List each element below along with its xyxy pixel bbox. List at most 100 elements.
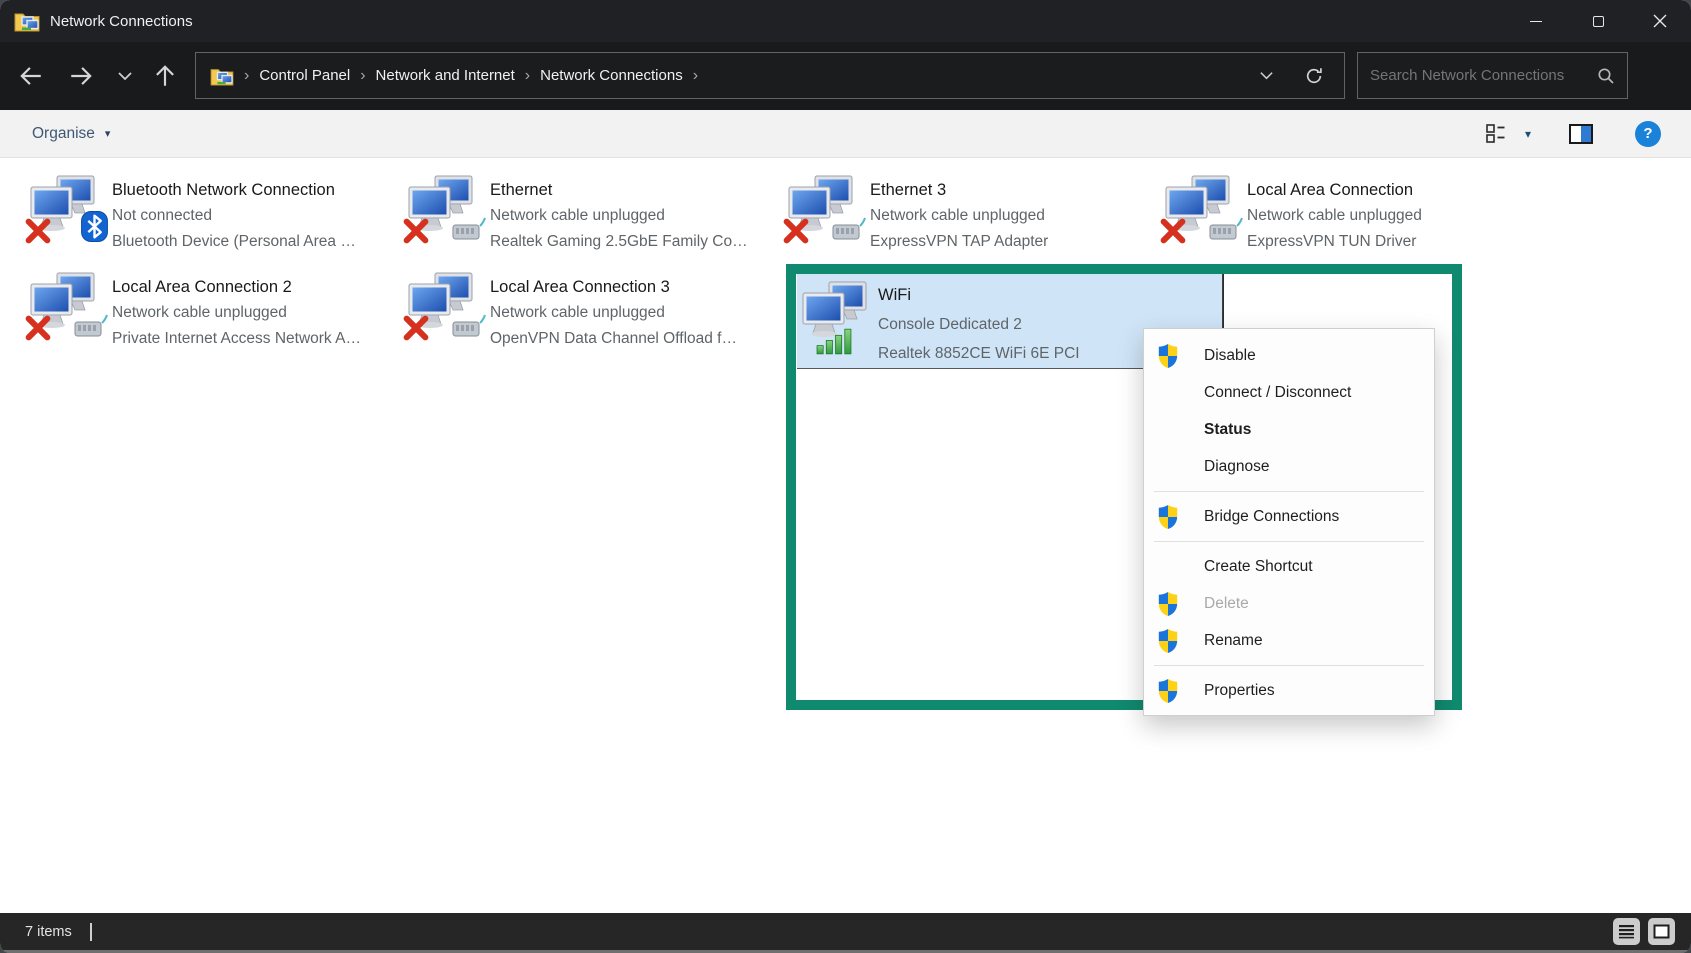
ethernet-plug-icon xyxy=(1207,216,1243,242)
context-menu-item-create-shortcut[interactable]: Create Shortcut xyxy=(1144,548,1434,585)
recent-locations-button[interactable] xyxy=(110,61,140,91)
menu-item-label: Bridge Connections xyxy=(1204,508,1339,526)
uac-shield-icon xyxy=(1156,591,1180,617)
maximize-button[interactable] xyxy=(1567,0,1629,42)
refresh-icon xyxy=(1304,66,1324,86)
menu-item-label: Disable xyxy=(1204,347,1256,365)
connection-item-local-area-connection[interactable]: Local Area Connection Network cable unpl… xyxy=(1165,175,1422,255)
context-menu-item-diagnose[interactable]: Diagnose xyxy=(1144,448,1434,485)
large-icons-view-button[interactable] xyxy=(1648,918,1675,945)
breadcrumb-chevron: › xyxy=(360,67,365,85)
close-button[interactable] xyxy=(1629,0,1691,42)
minimize-button[interactable] xyxy=(1505,0,1567,42)
search-input[interactable] xyxy=(1370,67,1597,84)
breadcrumb-folder-icon xyxy=(210,66,234,86)
search-box[interactable] xyxy=(1357,52,1628,99)
status-bar: 7 items xyxy=(0,913,1691,953)
back-button[interactable] xyxy=(16,61,46,91)
breadcrumb-network-and-internet[interactable]: Network and Internet xyxy=(376,67,515,84)
selection-edge-line xyxy=(1223,274,1224,330)
menu-item-label: Delete xyxy=(1204,595,1249,613)
breadcrumb-chevron: › xyxy=(244,67,249,85)
preview-pane-button[interactable] xyxy=(1569,124,1593,144)
connection-item-ethernet-3[interactable]: Ethernet 3 Network cable unplugged Expre… xyxy=(788,175,1048,255)
context-menu-item-properties[interactable]: Properties xyxy=(1144,672,1434,709)
bluetooth-icon xyxy=(81,211,108,242)
context-menu-item-connect-disconnect[interactable]: Connect / Disconnect xyxy=(1144,374,1434,411)
details-view-icon xyxy=(1618,924,1635,939)
context-menu-item-delete: Delete xyxy=(1144,585,1434,622)
connection-device: Realtek Gaming 2.5GbE Family Co… xyxy=(490,229,748,255)
network-adapter-icon xyxy=(408,175,474,241)
menu-item-label: Create Shortcut xyxy=(1204,558,1313,576)
window-title: Network Connections xyxy=(50,13,193,30)
help-button[interactable]: ? xyxy=(1635,121,1661,147)
context-menu-item-disable[interactable]: Disable xyxy=(1144,337,1434,374)
chevron-down-icon xyxy=(117,68,133,84)
menu-item-label: Properties xyxy=(1204,682,1275,700)
context-menu-item-status[interactable]: Status xyxy=(1144,411,1434,448)
network-folder-icon xyxy=(14,10,40,32)
forward-button[interactable] xyxy=(66,61,96,91)
connection-item-local-area-connection-3[interactable]: Local Area Connection 3 Network cable un… xyxy=(408,272,737,352)
address-dropdown-button[interactable] xyxy=(1259,68,1274,83)
wifi-adapter-icon xyxy=(802,281,868,347)
network-adapter-icon xyxy=(30,175,96,241)
menu-separator xyxy=(1154,541,1424,542)
breadcrumb-chevron: › xyxy=(693,67,698,85)
up-arrow-icon xyxy=(152,63,178,89)
connection-device: Bluetooth Device (Personal Area … xyxy=(112,229,356,255)
maximize-icon xyxy=(1593,16,1604,27)
network-connections-window: Network Connections xyxy=(0,0,1691,953)
breadcrumb-control-panel[interactable]: Control Panel xyxy=(259,67,350,84)
up-button[interactable] xyxy=(150,61,180,91)
connection-device: ExpressVPN TUN Driver xyxy=(1247,229,1422,255)
connection-status: Console Dedicated 2 xyxy=(878,310,1080,339)
address-bar[interactable]: › Control Panel › Network and Internet ›… xyxy=(195,52,1345,99)
connection-status: Not connected xyxy=(112,203,356,229)
connection-status: Network cable unplugged xyxy=(490,300,737,326)
menu-item-label: Status xyxy=(1204,421,1251,439)
chevron-down-icon xyxy=(1259,68,1274,83)
navigation-bar: › Control Panel › Network and Internet ›… xyxy=(0,42,1691,110)
connection-status: Network cable unplugged xyxy=(490,203,748,229)
status-divider xyxy=(90,923,92,941)
items-count-label: 7 items xyxy=(25,924,72,940)
refresh-button[interactable] xyxy=(1304,66,1324,86)
connections-list-area: Bluetooth Network Connection Not connect… xyxy=(0,158,1691,913)
connection-name: Local Area Connection xyxy=(1247,177,1422,203)
connection-item-local-area-connection-2[interactable]: Local Area Connection 2 Network cable un… xyxy=(30,272,361,352)
context-menu-item-rename[interactable]: Rename xyxy=(1144,622,1434,659)
view-options-button[interactable] xyxy=(1486,124,1509,143)
ethernet-plug-icon xyxy=(72,313,108,339)
context-menu-item-bridge-connections[interactable]: Bridge Connections xyxy=(1144,498,1434,535)
connection-item-bluetooth-network-connection[interactable]: Bluetooth Network Connection Not connect… xyxy=(30,175,356,255)
wifi-signal-bars-icon xyxy=(816,327,853,355)
details-view-button[interactable] xyxy=(1613,918,1640,945)
context-menu: Disable Connect / Disconnect Status Diag… xyxy=(1143,328,1435,716)
breadcrumb-network-connections[interactable]: Network Connections xyxy=(540,67,683,84)
connection-name: WiFi xyxy=(878,281,1080,310)
back-arrow-icon xyxy=(18,63,44,89)
view-grid-icon xyxy=(1486,124,1509,143)
command-toolbar: Organise ▾ ▾ ? xyxy=(0,110,1691,158)
disconnected-x-icon xyxy=(24,217,52,245)
menu-separator xyxy=(1154,491,1424,492)
forward-arrow-icon xyxy=(68,63,94,89)
menu-item-label: Connect / Disconnect xyxy=(1204,384,1351,402)
menu-separator xyxy=(1154,665,1424,666)
uac-shield-icon xyxy=(1156,343,1180,369)
connection-device: Realtek 8852CE WiFi 6E PCI xyxy=(878,339,1080,368)
minimize-icon xyxy=(1530,21,1542,22)
uac-shield-icon xyxy=(1156,628,1180,654)
large-icons-view-icon xyxy=(1653,924,1670,939)
organise-menu-button[interactable]: Organise ▾ xyxy=(32,125,110,143)
view-options-dropdown[interactable]: ▾ xyxy=(1525,127,1531,141)
ethernet-plug-icon xyxy=(450,313,486,339)
connection-name: Local Area Connection 3 xyxy=(490,274,737,300)
connection-item-ethernet[interactable]: Ethernet Network cable unplugged Realtek… xyxy=(408,175,748,255)
connection-name: Bluetooth Network Connection xyxy=(112,177,356,203)
connection-status: Network cable unplugged xyxy=(112,300,361,326)
breadcrumb-chevron: › xyxy=(525,67,530,85)
disconnected-x-icon xyxy=(1159,217,1187,245)
